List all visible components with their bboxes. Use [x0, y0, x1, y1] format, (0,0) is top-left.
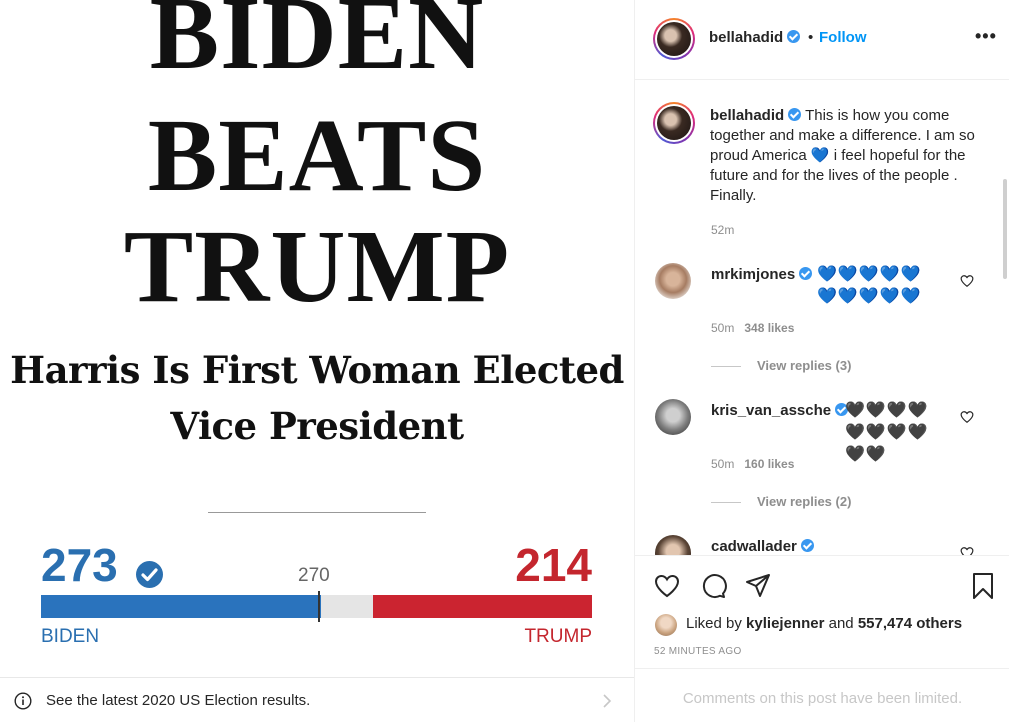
biden-electoral-count: 273	[41, 539, 118, 591]
likes-count[interactable]: 557,474 others	[858, 615, 962, 632]
caption-timestamp[interactable]: 52m	[711, 223, 734, 237]
comment-username-text[interactable]: mrkimjones	[711, 266, 795, 283]
liked-by-user[interactable]: kyliejenner	[746, 615, 824, 632]
headline-line-2: BEATS	[147, 98, 487, 213]
avatar[interactable]	[655, 263, 691, 299]
comment-username[interactable]: kris_van_assche	[711, 402, 849, 419]
caption-avatar[interactable]	[653, 102, 695, 144]
avatar[interactable]	[655, 614, 677, 636]
comment-text: 💙💙💙💙💙💙💙💙💙💙	[817, 264, 937, 308]
post-actions: Liked by kyliejenner and 557,474 others …	[635, 555, 1009, 668]
comment-likes[interactable]: 160 likes	[744, 457, 794, 471]
comment-username-text[interactable]: cadwallader	[711, 538, 797, 555]
header-username-text[interactable]: bellahadid	[709, 29, 783, 46]
verified-badge-icon	[799, 267, 813, 280]
avatar[interactable]	[653, 18, 695, 60]
view-replies-button[interactable]: View replies (2)	[711, 494, 851, 509]
post-header: bellahadid • Follow •••	[635, 0, 1009, 80]
heart-outline-icon[interactable]	[960, 274, 974, 288]
liked-by-text: Liked by kyliejenner and 557,474 others	[686, 615, 962, 632]
comments-list[interactable]: bellahadid This is how you come together…	[635, 81, 1009, 555]
trump-label: TRUMP	[524, 626, 592, 647]
headline-line-3: TRUMP	[123, 209, 511, 324]
verified-badge-icon	[788, 108, 802, 121]
election-results-text: See the latest 2020 US Election results.	[46, 692, 311, 709]
comment-username-text[interactable]: kris_van_assche	[711, 402, 831, 419]
comments-limited-text: Comments on this post have been limited.	[682, 690, 963, 707]
share-icon[interactable]	[744, 572, 772, 600]
caption-username[interactable]: bellahadid	[710, 107, 784, 124]
electoral-bar-trump	[373, 595, 592, 618]
threshold-label: 270	[298, 565, 330, 586]
electoral-bar	[41, 591, 592, 622]
post-image: BIDEN BEATS TRUMP Harris Is First Woman …	[0, 0, 634, 722]
comment-meta: 50m 348 likes	[711, 321, 794, 335]
comments-limited-notice: Comments on this post have been limited.	[635, 668, 1009, 722]
liked-by-prefix: Liked by	[686, 615, 747, 632]
blue-heart-icon: 💙	[810, 147, 830, 164]
check-icon	[136, 561, 163, 588]
more-options-icon[interactable]: •••	[975, 26, 997, 47]
view-replies-button[interactable]: View replies (3)	[711, 358, 851, 373]
heart-outline-icon[interactable]	[960, 546, 974, 555]
biden-label: BIDEN	[41, 626, 100, 647]
headline-divider	[208, 512, 426, 513]
comment-meta: 50m 160 likes	[711, 457, 794, 471]
trump-electoral-count: 214	[515, 539, 592, 591]
chevron-right-icon	[603, 694, 612, 708]
comments-scrollbar[interactable]	[1003, 179, 1007, 279]
like-heart-icon[interactable]	[653, 572, 681, 600]
comment-hearts: 🖤🖤🖤🖤🖤🖤🖤🖤🖤🖤	[845, 402, 929, 463]
comment-timestamp[interactable]: 50m	[711, 321, 734, 335]
electoral-bar-biden	[41, 595, 321, 618]
verified-badge-icon	[787, 30, 801, 43]
comment-username[interactable]: mrkimjones	[711, 266, 813, 283]
bookmark-icon[interactable]	[969, 572, 997, 600]
header-separator: •	[808, 29, 814, 46]
comment-hearts: 💙💙💙💙💙💙💙💙💙💙	[817, 266, 922, 305]
verified-badge-icon	[800, 539, 814, 552]
follow-button[interactable]: Follow	[819, 29, 867, 46]
threshold-marker	[318, 591, 320, 622]
avatar[interactable]	[655, 535, 691, 555]
comment-likes[interactable]: 348 likes	[744, 321, 794, 335]
heart-outline-icon[interactable]	[960, 410, 974, 424]
view-replies-label[interactable]: View replies (2)	[757, 494, 851, 509]
comment-icon[interactable]	[699, 572, 727, 600]
comment-timestamp[interactable]: 50m	[711, 457, 734, 471]
election-results-banner[interactable]: See the latest 2020 US Election results.	[0, 677, 634, 722]
comment-text: 🖤🖤🖤🖤🖤🖤🖤🖤🖤🖤	[845, 400, 940, 466]
comment-username[interactable]: cadwallader	[711, 538, 814, 555]
liked-by-middle: and	[824, 615, 858, 632]
avatar[interactable]	[655, 399, 691, 435]
post-timestamp[interactable]: 52 MINUTES AGO	[654, 646, 742, 657]
post-sidebar: bellahadid • Follow ••• bellahadid This …	[634, 0, 1009, 722]
headline-line-1: BIDEN	[149, 0, 485, 91]
info-icon	[14, 692, 32, 710]
subheadline-line-1: Harris Is First Woman Elected	[10, 348, 624, 392]
view-replies-label[interactable]: View replies (3)	[757, 358, 851, 373]
caption: bellahadid This is how you come together…	[710, 106, 975, 206]
header-username[interactable]: bellahadid	[709, 29, 801, 46]
subheadline-line-2: Vice President	[170, 404, 464, 448]
